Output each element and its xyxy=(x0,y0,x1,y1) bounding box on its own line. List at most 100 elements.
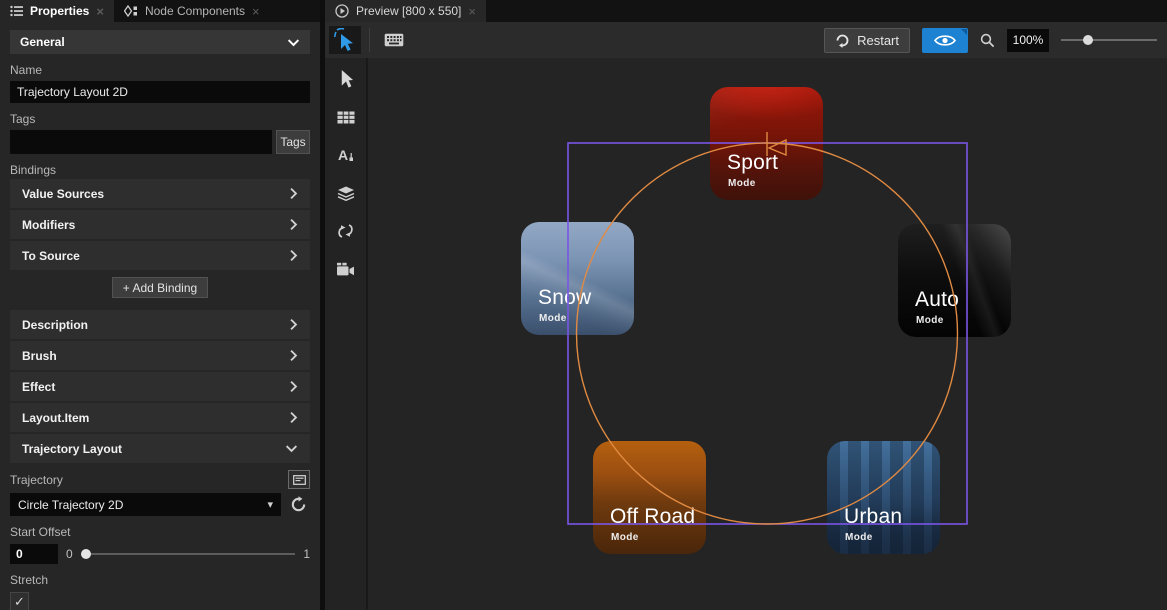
slider-max-label: 1 xyxy=(303,547,310,561)
checkmark-icon: ✓ xyxy=(14,594,25,610)
tab-preview[interactable]: Preview [800 x 550] × xyxy=(325,0,486,22)
start-offset-slider[interactable] xyxy=(81,547,296,561)
tab-preview-close-icon[interactable]: × xyxy=(468,5,476,18)
section-effect-label: Effect xyxy=(22,380,55,394)
section-brush-label: Brush xyxy=(22,349,57,363)
node-components-icon xyxy=(124,5,138,17)
add-binding-button[interactable]: + Add Binding xyxy=(112,277,208,298)
tile-sport-label: Sport xyxy=(727,151,778,175)
tile-auto[interactable]: Auto Mode xyxy=(898,224,1011,337)
play-circle-icon xyxy=(335,4,349,18)
editor-window-icon xyxy=(293,475,306,485)
zoom-slider[interactable] xyxy=(1061,33,1157,47)
name-label: Name xyxy=(10,63,310,77)
section-trajectory-layout-label: Trajectory Layout xyxy=(22,442,122,456)
interact-mode-button[interactable] xyxy=(329,26,361,54)
tab-node-components[interactable]: Node Components × xyxy=(114,0,270,22)
loop-tool-button[interactable] xyxy=(331,218,361,244)
trajectory-goto-button[interactable] xyxy=(286,493,310,516)
virtual-keyboard-button[interactable] xyxy=(378,26,410,54)
chevron-right-icon xyxy=(289,249,298,262)
tab-node-components-close-icon[interactable]: × xyxy=(252,5,260,18)
tags-field[interactable] xyxy=(10,130,272,154)
panel-splitter[interactable] xyxy=(320,0,325,610)
select-tool-button[interactable] xyxy=(331,66,361,92)
tab-properties-close-icon[interactable]: × xyxy=(96,5,104,18)
kanzi-studio-window: Sport Mode Snow Mode Auto Mode Off Road … xyxy=(0,0,1167,610)
font-node-icon: A xyxy=(337,147,355,163)
trajectory-dropdown-value: Circle Trajectory 2D xyxy=(18,498,123,512)
binding-row-value-sources[interactable]: Value Sources xyxy=(10,179,310,208)
properties-body: General Name Tags Tags Bindings Value So… xyxy=(0,22,320,610)
chevron-right-icon xyxy=(289,411,298,424)
chevron-right-icon xyxy=(289,187,298,200)
start-offset-slider-thumb[interactable] xyxy=(81,549,91,559)
binding-row-modifiers[interactable]: Modifiers xyxy=(10,210,310,239)
layers-icon xyxy=(337,186,355,201)
tile-urban[interactable]: Urban Mode xyxy=(827,441,940,554)
chevron-down-icon xyxy=(287,38,300,47)
trajectory-editor-button[interactable] xyxy=(288,470,310,489)
binding-row-to-source-label: To Source xyxy=(22,249,80,263)
trajectory-dropdown[interactable]: Circle Trajectory 2D ▾ xyxy=(10,493,281,516)
zoom-magnifier-icon xyxy=(980,33,995,48)
left-tabbar: Properties × Node Components × xyxy=(0,0,320,22)
visibility-toggle-button[interactable] xyxy=(922,28,968,53)
tile-off-road-mode: Mode xyxy=(611,532,639,543)
tile-snow-mode: Mode xyxy=(539,313,567,324)
start-offset-field[interactable] xyxy=(10,544,58,564)
bindings-label: Bindings xyxy=(10,163,310,177)
tile-off-road[interactable]: Off Road Mode xyxy=(593,441,706,554)
start-offset-label: Start Offset xyxy=(10,525,310,539)
stretch-label: Stretch xyxy=(10,573,310,587)
zoom-level-value[interactable]: 100% xyxy=(1007,29,1049,52)
section-layout-item[interactable]: Layout.Item xyxy=(10,403,310,432)
zoom-slider-thumb[interactable] xyxy=(1083,35,1093,45)
chevron-right-icon xyxy=(289,349,298,362)
preview-toolbar: Restart 100% xyxy=(325,22,1167,58)
tile-auto-mode: Mode xyxy=(916,315,944,326)
grid-tool-button[interactable] xyxy=(331,104,361,130)
section-layout-item-label: Layout.Item xyxy=(22,411,89,425)
arrow-cursor-icon xyxy=(338,69,354,89)
slider-min-label: 0 xyxy=(66,547,73,561)
tile-auto-label: Auto xyxy=(915,288,959,312)
binding-row-modifiers-label: Modifiers xyxy=(22,218,75,232)
section-effect[interactable]: Effect xyxy=(10,372,310,401)
section-trajectory-layout[interactable]: Trajectory Layout xyxy=(10,434,310,463)
tags-button[interactable]: Tags xyxy=(276,130,310,154)
trajectory-label: Trajectory xyxy=(10,473,63,487)
properties-list-icon xyxy=(10,5,23,17)
properties-panel: Properties × Node Components × General xyxy=(0,0,320,610)
dropdown-corner-icon xyxy=(961,29,967,35)
tile-urban-mode: Mode xyxy=(845,532,873,543)
section-description-label: Description xyxy=(22,318,88,332)
layers-tool-button[interactable] xyxy=(331,180,361,206)
svg-text:A: A xyxy=(338,147,348,163)
section-brush[interactable]: Brush xyxy=(10,341,310,370)
camera-tool-button[interactable] xyxy=(331,256,361,282)
tile-snow[interactable]: Snow Mode xyxy=(521,222,634,335)
table-icon xyxy=(337,111,355,124)
binding-row-to-source[interactable]: To Source xyxy=(10,241,310,270)
circular-arrow-icon xyxy=(290,496,307,513)
preview-tabbar: Preview [800 x 550] × xyxy=(325,0,1167,22)
tab-properties[interactable]: Properties × xyxy=(0,0,114,22)
restart-button[interactable]: Restart xyxy=(824,28,910,53)
chevron-right-icon xyxy=(289,318,298,331)
tile-off-road-label: Off Road xyxy=(610,505,695,529)
section-general[interactable]: General xyxy=(10,30,310,54)
start-offset-row: 0 1 xyxy=(10,544,310,564)
section-description[interactable]: Description xyxy=(10,310,310,339)
tile-sport[interactable]: Sport Mode xyxy=(710,87,823,200)
eye-icon xyxy=(934,34,956,47)
tags-label: Tags xyxy=(10,112,310,126)
tab-preview-label: Preview [800 x 550] xyxy=(356,4,461,18)
section-general-label: General xyxy=(20,35,65,49)
text-tool-button[interactable]: A xyxy=(331,142,361,168)
stretch-checkbox[interactable]: ✓ xyxy=(10,592,29,610)
click-cursor-icon xyxy=(334,28,356,52)
name-field[interactable] xyxy=(10,81,310,103)
keyboard-icon xyxy=(384,33,404,47)
chevron-down-icon xyxy=(285,444,298,453)
